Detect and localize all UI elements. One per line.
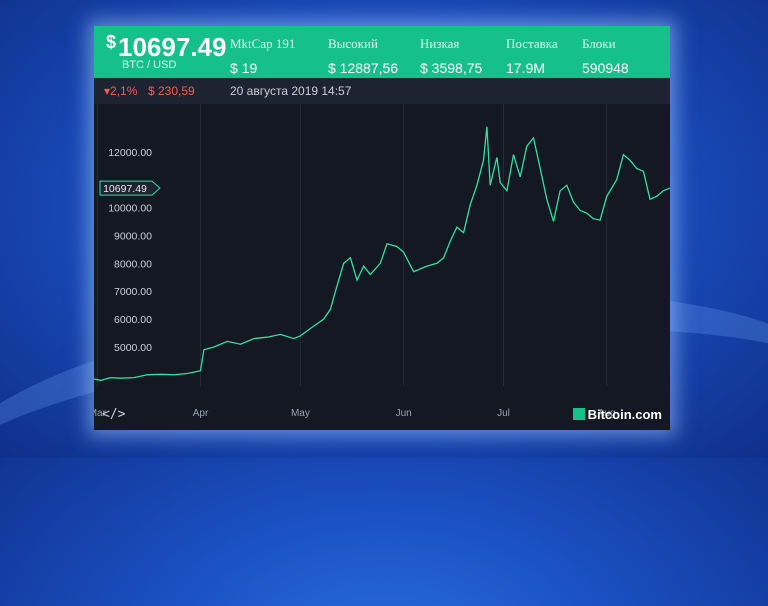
x-tick-label: Jul — [497, 408, 510, 419]
stat-label: MktCap 191 — [230, 36, 296, 51]
y-tick-label: 10000.00 — [108, 203, 152, 215]
change-bar: ▾2,1% $ 230,59 20 августа 2019 14:57 — [94, 78, 670, 104]
price-widget: $10697.49 BTC / USD MktCap 191 $ 19 Высо… — [94, 26, 670, 430]
price-line — [94, 126, 670, 382]
embed-code-button[interactable]: </> — [102, 407, 125, 422]
price-symbol: $ — [106, 32, 117, 52]
x-tick-label: Apr — [193, 408, 209, 419]
change-amount: $ 230,59 — [148, 84, 195, 98]
brand-logo[interactable]: Bitcoin.com — [572, 407, 662, 422]
stat-value: 590948 — [582, 60, 629, 76]
stat-label: Поставка — [506, 36, 558, 51]
y-tick-label: 12000.00 — [108, 147, 152, 159]
stat-value: $ 12887,56 — [328, 60, 399, 76]
stat-label: Высокий — [328, 36, 378, 51]
stat-label: Блоки — [582, 36, 616, 51]
price-value: 10697.49 — [118, 32, 227, 62]
timestamp: 20 августа 2019 14:57 — [230, 84, 352, 98]
currency-pair: BTC / USD — [122, 59, 177, 71]
stat-value: 17.9M — [506, 60, 545, 76]
y-tick-label: 9000.00 — [114, 230, 152, 242]
stat-label: Низкая — [420, 36, 460, 51]
stat-value: $ 3598,75 — [420, 60, 483, 76]
stat-blocks: Блоки 590948 — [582, 36, 629, 76]
brand-name: Bitcoin.com — [587, 407, 662, 422]
x-tick-label: May — [291, 408, 310, 419]
y-tick-label: 5000.00 — [114, 342, 152, 354]
stat-value: $ 19 — [230, 60, 258, 76]
x-tick-label: Jun — [396, 408, 412, 419]
bitcoin-com-logo-icon — [572, 408, 585, 420]
price-chart[interactable]: MarAprMayJunJulAug5000.006000.007000.008… — [94, 104, 670, 430]
current-value-label: 10697.49 — [103, 183, 147, 195]
y-tick-label: 7000.00 — [114, 286, 152, 298]
stat-supply: Поставка 17.9M — [506, 36, 558, 76]
change-percent: ▾2,1% — [104, 84, 138, 98]
stat-mktcap: MktCap 191 $ 19 — [230, 36, 295, 76]
stat-low: Низкая $ 3598,75 — [420, 36, 482, 76]
stat-high: Высокий $ 12887,56 — [328, 36, 398, 76]
y-tick-label: 6000.00 — [114, 314, 152, 326]
price-header: $10697.49 BTC / USD MktCap 191 $ 19 Высо… — [94, 26, 670, 78]
y-tick-label: 8000.00 — [114, 258, 152, 270]
